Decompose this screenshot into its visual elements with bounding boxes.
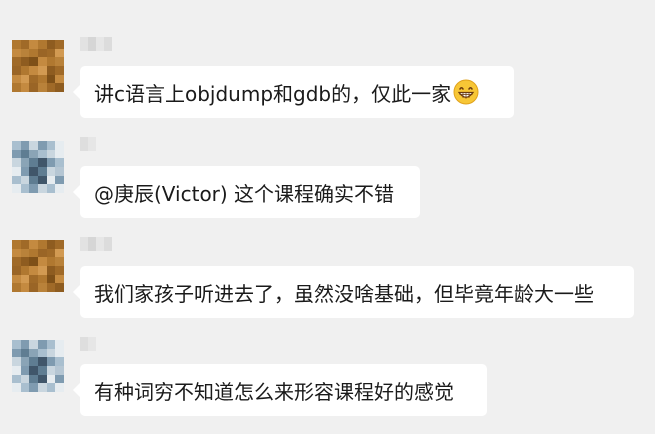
sender-name-blurred — [80, 37, 112, 51]
message-bubble[interactable]: 我们家孩子听进去了，虽然没啥基础，但毕竟年龄大一些 — [73, 266, 634, 318]
avatar[interactable] — [12, 40, 64, 92]
sender-name-blurred — [80, 337, 96, 351]
sender-name-blurred — [80, 137, 96, 151]
sender-name-blurred — [80, 237, 112, 251]
message-text: 讲c语言上objdump和gdb的，仅此一家 — [94, 81, 452, 106]
message-text: 有种词穷不知道怎么来形容课程好的感觉 — [94, 379, 454, 404]
message-text: @庚辰(Victor) 这个课程确实不错 — [94, 181, 395, 206]
message-bubble[interactable]: 讲c语言上objdump和gdb的，仅此一家 — [73, 66, 514, 118]
message-bubble[interactable]: 有种词穷不知道怎么来形容课程好的感觉 — [73, 364, 487, 416]
avatar[interactable] — [12, 240, 64, 292]
message-text: 我们家孩子听进去了，虽然没啥基础，但毕竟年龄大一些 — [94, 281, 594, 306]
avatar[interactable] — [12, 340, 64, 392]
avatar[interactable] — [12, 141, 64, 193]
message-bubble[interactable]: @庚辰(Victor) 这个课程确实不错 — [73, 166, 420, 218]
grinning-face-icon — [453, 79, 479, 105]
